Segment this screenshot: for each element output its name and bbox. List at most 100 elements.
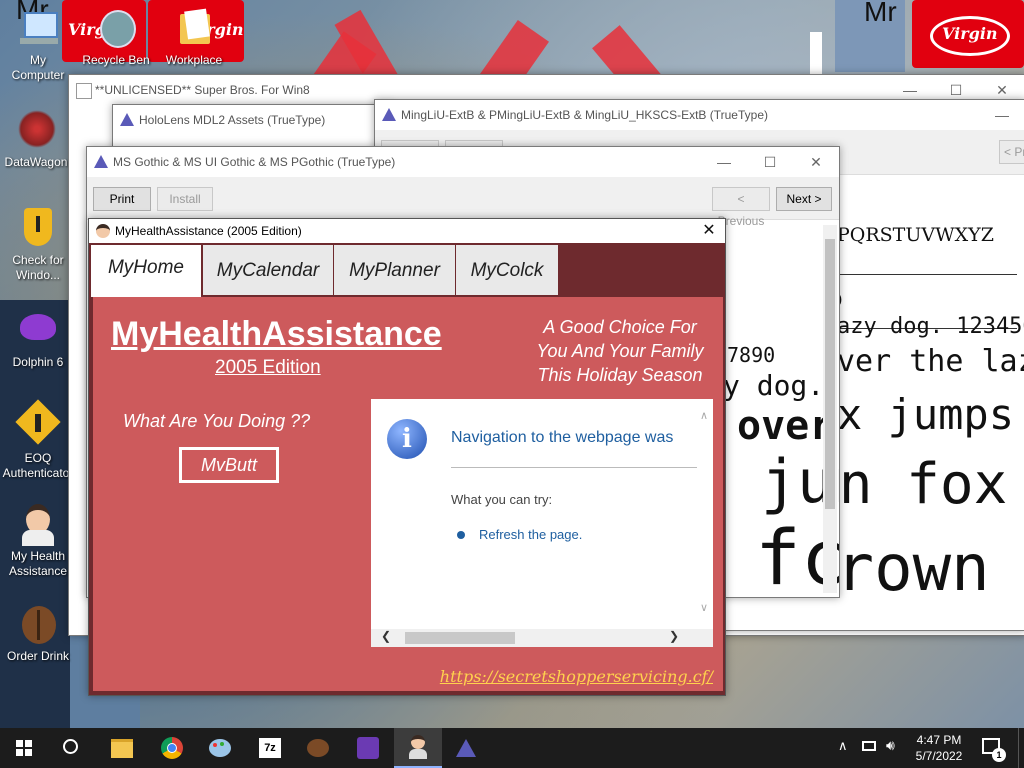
coffee-bean-icon [307, 739, 329, 757]
sample-text: ver the lazy [837, 344, 1024, 379]
desktop-icon-label: My Health Assistance [8, 549, 68, 578]
desktop-icon-my-health-assistance[interactable]: My Health Assistance [2, 502, 74, 579]
notification-badge: 1 [992, 748, 1006, 762]
next-button[interactable]: Next > [776, 187, 832, 211]
app-icon [96, 224, 110, 238]
taskbar-app-my-health-assistance[interactable] [394, 728, 442, 768]
dolphin-icon [357, 737, 379, 759]
scroll-up-icon[interactable]: ∧ [697, 409, 711, 422]
desktop-icon-workplace[interactable]: Workplace [158, 6, 230, 68]
install-button[interactable]: Install [157, 187, 213, 211]
taskbar-app-chrome[interactable] [148, 728, 196, 768]
folder-icon [172, 6, 216, 50]
search-button[interactable] [48, 728, 96, 768]
volume-icon[interactable]: 🔊︎ [886, 737, 895, 754]
horizontal-scrollbar[interactable]: ❮ ❯ [371, 629, 713, 647]
network-icon[interactable] [862, 741, 876, 751]
mvbutt-button[interactable]: MvButt [179, 447, 279, 483]
embedded-browser[interactable]: i Navigation to the webpage was What you… [371, 399, 713, 647]
desktop-icon-label: EOQ Authenticator [2, 451, 74, 480]
minimize-button[interactable]: — [701, 147, 747, 177]
scroll-right-icon[interactable]: ❯ [669, 629, 679, 643]
website-link[interactable]: https://secretshopperservicing.cf/ [440, 667, 713, 686]
print-button[interactable]: Print [93, 187, 151, 211]
previous-button[interactable]: < Pre [999, 140, 1024, 164]
window-titlebar[interactable]: MyHealthAssistance (2005 Edition) ✕ [89, 219, 725, 243]
desktop-icon-dolphin-6[interactable]: Dolphin 6 [2, 308, 74, 370]
sample-text: azy dog. 1234567 [837, 314, 1024, 339]
sample-text: 7890 [727, 343, 776, 367]
person-avatar-icon [16, 502, 60, 546]
sample-text: y dog. [723, 369, 825, 402]
tab-mycalendar[interactable]: MyCalendar [203, 245, 333, 295]
tab-myplanner[interactable]: MyPlanner [334, 245, 455, 295]
maximize-button[interactable]: ☐ [747, 147, 793, 177]
taskbar-app-7zip[interactable]: 7z [246, 728, 294, 768]
tab-myhome[interactable]: MyHome [91, 245, 201, 297]
clock-time: 4:47 PM [916, 733, 962, 747]
desktop-icon-order-drink[interactable]: Order Drink [2, 602, 74, 664]
minimize-button[interactable]: — [979, 100, 1024, 130]
bullet-icon [457, 531, 465, 539]
desktop-icon-label: My Computer [11, 53, 65, 82]
key-icon [15, 399, 61, 448]
scrollbar-thumb[interactable] [405, 632, 515, 644]
clock[interactable]: 4:47 PM 5/7/2022 [912, 732, 966, 764]
window-title: **UNLICENSED** Super Bros. For Win8 [95, 83, 310, 97]
question-label: What Are You Doing ?? [123, 411, 311, 431]
desktop-icon-recycle-ben[interactable]: Recycle Ben [80, 6, 152, 68]
show-hidden-icons-button[interactable]: ∧ [838, 738, 848, 754]
desktop-icon-label: Dolphin 6 [12, 355, 64, 369]
desktop-icon-datawagon[interactable]: DataWagon [0, 108, 72, 170]
close-button[interactable]: ✕ [693, 219, 725, 243]
wallpaper-white-bar [810, 32, 822, 77]
close-button[interactable]: ✕ [793, 147, 839, 177]
tab-mycolck[interactable]: MyColck [456, 245, 558, 295]
recycle-bin-icon [94, 6, 138, 50]
desktop-icon-eoq-authenticator[interactable]: EOQ Authenticator [2, 399, 74, 481]
paint-palette-icon [209, 739, 231, 757]
taskbar-app-dolphin[interactable] [344, 728, 392, 768]
font-icon [94, 155, 108, 169]
sample-text: PQRSTUVWXYZ [837, 224, 994, 246]
window-title: MS Gothic & MS UI Gothic & MS PGothic (T… [113, 155, 396, 169]
desktop-icon-label: Order Drink [6, 649, 69, 663]
show-desktop-button[interactable] [1018, 728, 1024, 768]
window-my-health-assistance[interactable]: MyHealthAssistance (2005 Edition) ✕ MyHo… [88, 218, 726, 696]
edition-label: 2005 Edition [215, 357, 321, 378]
refresh-link[interactable]: Refresh the page. [479, 527, 582, 542]
scroll-down-icon[interactable]: ∨ [697, 601, 711, 614]
desktop-icon-label: Workplace [165, 53, 223, 67]
taskbar-app-file-explorer[interactable] [98, 728, 146, 768]
window-title: HoloLens MDL2 Assets (TrueType) [139, 113, 326, 127]
start-button[interactable] [0, 728, 48, 768]
windows-logo-icon [16, 740, 32, 756]
vertical-scrollbar[interactable] [823, 225, 837, 593]
taskbar: 7z ∧ 🔊︎ 4:47 PM 5/7/2022 1 [0, 728, 1024, 768]
font-icon [382, 108, 396, 122]
window-titlebar[interactable]: MingLiU-ExtB & PMingLiU-ExtB & MingLiU_H… [375, 100, 1024, 130]
try-label: What you can try: [451, 492, 553, 507]
taskbar-app-paint[interactable] [196, 728, 244, 768]
virgin-logo: Virgin [912, 0, 1024, 68]
taskbar-app-order-drink[interactable] [294, 728, 342, 768]
taskbar-app-font-viewer[interactable] [442, 728, 490, 768]
folder-icon [111, 738, 133, 758]
divider [837, 274, 1017, 275]
scroll-left-icon[interactable]: ❮ [381, 629, 391, 643]
font-icon [456, 739, 476, 757]
window-title: MingLiU-ExtB & PMingLiU-ExtB & MingLiU_H… [401, 108, 768, 122]
home-panel: MyHealthAssistance 2005 Edition A Good C… [93, 297, 723, 691]
previous-button[interactable]: < Previous [712, 187, 770, 228]
chrome-icon [161, 737, 183, 759]
window-titlebar[interactable]: HoloLens MDL2 Assets (TrueType) [113, 105, 393, 135]
coffee-bean-icon [16, 602, 60, 646]
window-titlebar[interactable]: MS Gothic & MS UI Gothic & MS PGothic (T… [87, 147, 839, 177]
scrollbar-thumb[interactable] [825, 239, 835, 509]
person-avatar-icon [408, 735, 428, 759]
navigation-message: Navigation to the webpage was [451, 429, 674, 446]
vertical-scrollbar[interactable]: ∧ ∨ [697, 409, 711, 619]
desktop-icon-check-for-windows[interactable]: Check for Windo... [2, 206, 74, 283]
dolphin-icon [16, 308, 60, 352]
desktop-icon-my-computer[interactable]: My Computer [2, 6, 74, 83]
